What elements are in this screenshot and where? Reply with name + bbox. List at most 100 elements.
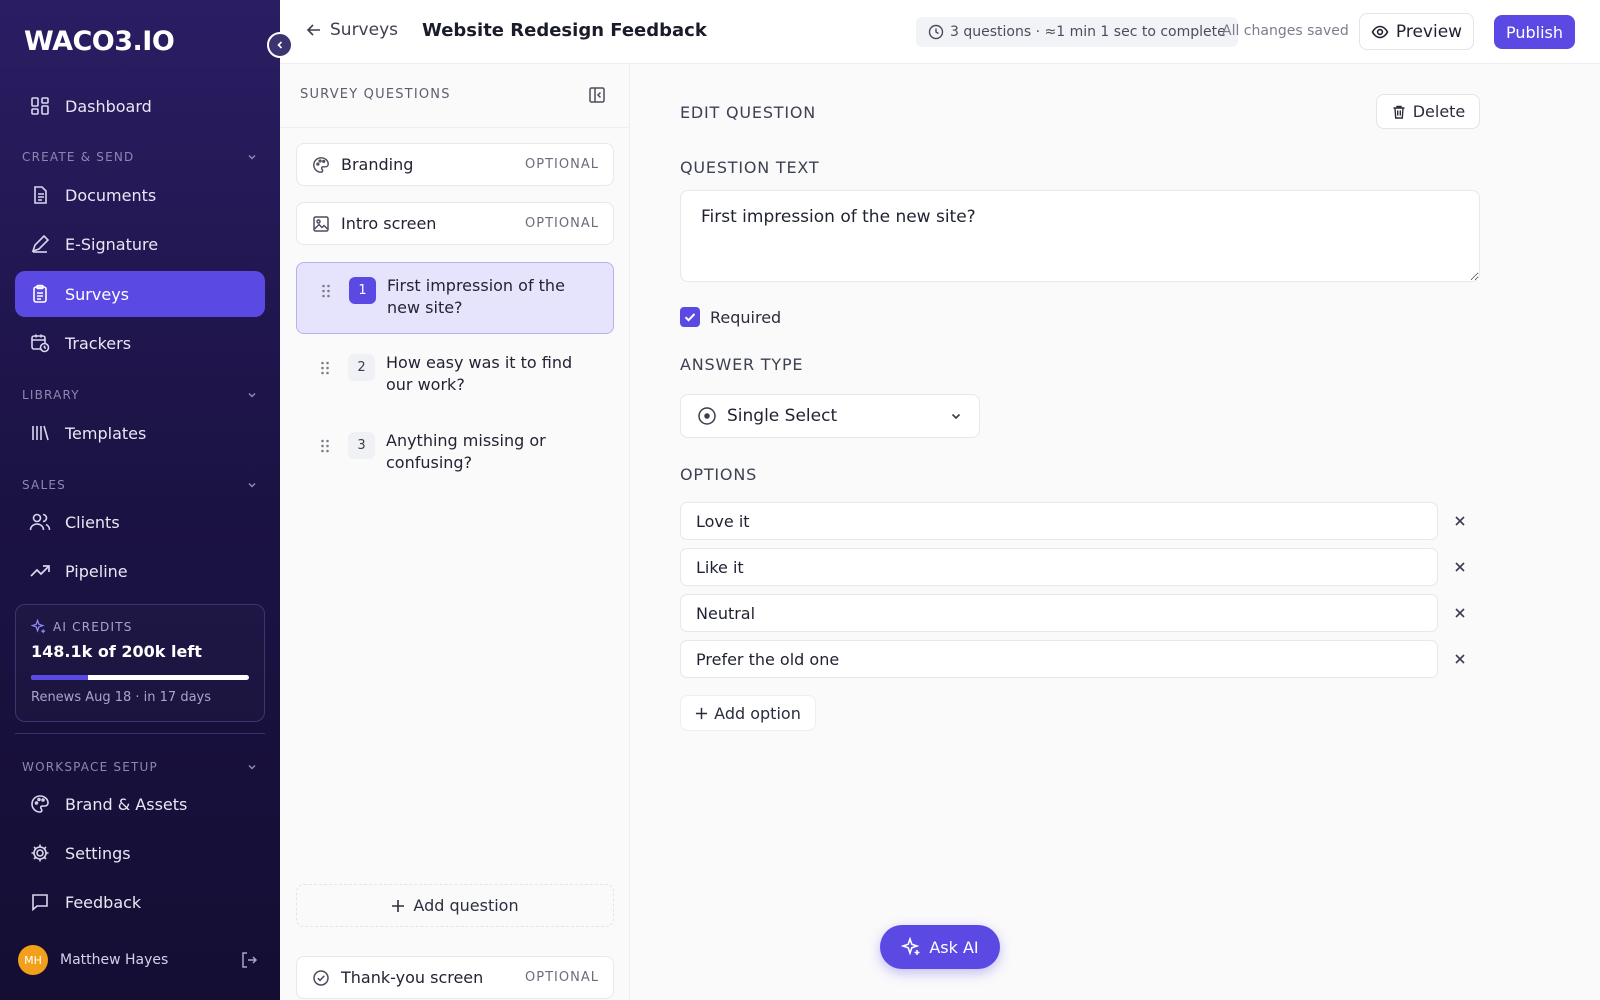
sidebar-item-settings[interactable]: Settings xyxy=(15,830,265,876)
palette-icon xyxy=(311,155,331,175)
sidebar-collapse-button[interactable] xyxy=(267,32,293,58)
preview-button[interactable]: Preview xyxy=(1359,13,1474,50)
sidebar-item-label: Brand & Assets xyxy=(65,794,188,814)
delete-button[interactable]: Delete xyxy=(1376,94,1480,129)
gear-icon xyxy=(29,842,51,864)
sidebar-item-dashboard[interactable]: Dashboard xyxy=(15,83,265,129)
answer-type-value: Single Select xyxy=(727,406,838,426)
section-sales[interactable]: SALES xyxy=(22,478,258,492)
collapse-panel-icon[interactable] xyxy=(588,86,606,108)
card-label: Branding xyxy=(341,155,414,174)
intro-screen-card[interactable]: Intro screen OPTIONAL xyxy=(296,202,614,245)
plus-icon xyxy=(696,707,708,719)
top-header: Surveys Website Redesign Feedback 3 ques… xyxy=(280,0,1600,64)
add-question-button[interactable]: Add question xyxy=(296,884,614,927)
check-circle-icon xyxy=(311,968,331,988)
logout-icon[interactable] xyxy=(240,951,258,969)
sidebar-item-label: Documents xyxy=(65,185,157,205)
sidebar-item-trackers[interactable]: Trackers xyxy=(15,320,265,366)
sidebar-item-templates[interactable]: Templates xyxy=(15,410,265,456)
branding-card[interactable]: Branding OPTIONAL xyxy=(296,143,614,186)
card-label: Thank-you screen xyxy=(341,968,484,987)
trash-icon xyxy=(1393,105,1405,119)
publish-button[interactable]: Publish xyxy=(1494,15,1575,49)
required-checkbox-row[interactable]: Required xyxy=(680,307,781,327)
sidebar-item-feedback[interactable]: Feedback xyxy=(15,879,265,925)
section-label: CREATE & SEND xyxy=(22,150,135,164)
calendar-clock-icon xyxy=(29,332,51,354)
options-label: OPTIONS xyxy=(680,465,758,484)
drag-handle-icon[interactable] xyxy=(320,438,330,454)
page-title: Website Redesign Feedback xyxy=(422,20,707,41)
chevron-down-icon xyxy=(248,392,256,398)
thank-you-screen-card[interactable]: Thank-you screen OPTIONAL xyxy=(296,956,614,999)
section-workspace-setup[interactable]: WORKSPACE SETUP xyxy=(22,760,258,774)
user-profile[interactable]: MH Matthew Hayes xyxy=(18,945,258,975)
ai-credits-card: AI CREDITS 148.1k of 200k left Renews Au… xyxy=(15,604,265,722)
arrow-left-icon xyxy=(306,24,320,36)
pen-icon xyxy=(29,233,51,255)
dashboard-icon xyxy=(29,95,51,117)
users-icon xyxy=(29,511,51,533)
question-text: First impression of the new site? xyxy=(387,276,565,317)
sidebar: WACO3.IO Dashboard CREATE & SEND Documen… xyxy=(0,0,280,1000)
sidebar-item-documents[interactable]: Documents xyxy=(15,172,265,218)
ask-ai-button[interactable]: Ask AI xyxy=(880,925,1000,969)
credits-renew-text: Renews Aug 18 · in 17 days xyxy=(31,690,212,705)
card-label: Intro screen xyxy=(341,214,437,233)
option-input[interactable]: Prefer the old one xyxy=(680,640,1438,678)
question-number: 1 xyxy=(349,277,376,304)
drag-handle-icon[interactable] xyxy=(320,360,330,376)
sidebar-item-clients[interactable]: Clients xyxy=(15,499,265,545)
sidebar-item-pipeline[interactable]: Pipeline xyxy=(15,548,265,594)
option-input[interactable]: Neutral xyxy=(680,594,1438,632)
question-text-input[interactable] xyxy=(680,190,1480,282)
question-item[interactable]: 3 Anything missing or confusing? xyxy=(296,418,614,490)
question-editor: EDIT QUESTION Delete QUESTION TEXT Requi… xyxy=(630,64,1600,1000)
sidebar-item-label: Clients xyxy=(65,512,120,532)
option-row: Like it xyxy=(680,548,1480,586)
delete-label: Delete xyxy=(1412,102,1466,121)
sidebar-item-surveys[interactable]: Surveys xyxy=(15,271,265,317)
optional-badge: OPTIONAL xyxy=(525,157,599,172)
library-icon xyxy=(29,422,51,444)
question-text-label: QUESTION TEXT xyxy=(680,158,820,177)
save-status: All changes saved xyxy=(1222,23,1349,39)
panel-title: SURVEY QUESTIONS xyxy=(300,87,451,102)
required-checkbox[interactable] xyxy=(680,307,700,327)
sidebar-item-label: Trackers xyxy=(65,333,132,353)
sparkle-icon xyxy=(31,619,46,634)
add-option-button[interactable]: Add option xyxy=(680,695,816,731)
drag-handle-icon[interactable] xyxy=(321,283,331,299)
remove-option-icon[interactable] xyxy=(1450,603,1470,623)
remove-option-icon[interactable] xyxy=(1450,511,1470,531)
back-label: Surveys xyxy=(330,20,398,40)
trend-up-icon xyxy=(29,560,51,582)
sidebar-item-label: Pipeline xyxy=(65,561,128,581)
logo: WACO3.IO xyxy=(24,26,175,57)
sidebar-item-label: Templates xyxy=(65,423,147,443)
chevron-down-icon xyxy=(248,764,256,770)
answer-type-select[interactable]: Single Select xyxy=(680,394,980,438)
question-item[interactable]: 2 How easy was it to find our work? xyxy=(296,340,614,412)
section-create-send[interactable]: CREATE & SEND xyxy=(22,150,258,164)
clock-icon xyxy=(928,24,944,40)
remove-option-icon[interactable] xyxy=(1450,557,1470,577)
survey-meta-badge: 3 questions · ≈1 min 1 sec to complete xyxy=(916,17,1238,47)
remove-option-icon[interactable] xyxy=(1450,649,1470,669)
ask-ai-label: Ask AI xyxy=(929,937,979,957)
add-question-label: Add question xyxy=(413,896,519,915)
option-input[interactable]: Like it xyxy=(680,548,1438,586)
sidebar-item-label: Surveys xyxy=(65,284,129,304)
document-icon xyxy=(29,184,51,206)
question-item[interactable]: 1 First impression of the new site? xyxy=(296,262,614,334)
option-input[interactable]: Love it xyxy=(680,502,1438,540)
preview-label: Preview xyxy=(1395,21,1463,42)
add-option-label: Add option xyxy=(714,703,801,723)
sidebar-item-esignature[interactable]: E-Signature xyxy=(15,221,265,267)
plus-icon xyxy=(392,899,405,912)
back-to-surveys-link[interactable]: Surveys xyxy=(306,20,398,40)
credits-progress-fill xyxy=(31,675,88,680)
section-library[interactable]: LIBRARY xyxy=(22,388,258,402)
sidebar-item-brand-assets[interactable]: Brand & Assets xyxy=(15,781,265,827)
